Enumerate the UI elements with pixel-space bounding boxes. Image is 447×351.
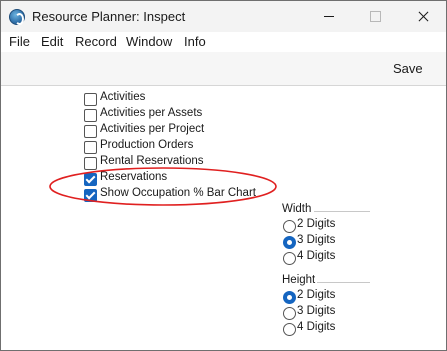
checkbox-label: Reservations <box>100 171 168 183</box>
checkbox-box-checked[interactable] <box>84 189 97 202</box>
minimize-button[interactable] <box>307 1 353 32</box>
radio-label: 4 Digits <box>297 321 336 333</box>
window-title: Resource Planner: Inspect <box>32 9 186 24</box>
menu-bar: File Edit Record Window Info <box>1 32 446 52</box>
radio-button[interactable] <box>283 323 296 336</box>
inspect-form: Activities Activities per Assets Activit… <box>1 86 446 350</box>
close-button[interactable] <box>400 1 446 32</box>
checkbox-box[interactable] <box>84 157 97 170</box>
radio-label: 3 Digits <box>297 234 336 246</box>
menu-record[interactable]: Record <box>75 34 117 49</box>
checkbox-label: Activities <box>100 91 146 103</box>
radio-label: 2 Digits <box>297 289 336 301</box>
resource-planner-window: Resource Planner: Inspect File Edit Reco… <box>0 0 447 351</box>
radio-button-selected[interactable] <box>283 291 296 304</box>
checkbox-label: Rental Reservations <box>100 155 204 167</box>
menu-window[interactable]: Window <box>126 34 172 49</box>
radio-button[interactable] <box>283 307 296 320</box>
checkbox-box[interactable] <box>84 125 97 138</box>
menu-file[interactable]: File <box>9 34 30 49</box>
save-button[interactable]: Save <box>393 61 423 76</box>
checkbox-box[interactable] <box>84 109 97 122</box>
menu-edit[interactable]: Edit <box>41 34 63 49</box>
radio-button[interactable] <box>283 252 296 265</box>
checkbox-box-checked[interactable] <box>84 173 97 186</box>
radio-label: 2 Digits <box>297 218 336 230</box>
toolbar: Save <box>1 52 446 86</box>
checkbox-label: Activities per Project <box>100 123 205 135</box>
width-group-divider <box>314 211 370 212</box>
app-icon <box>9 9 25 25</box>
title-bar[interactable]: Resource Planner: Inspect <box>1 1 446 32</box>
height-group-divider <box>317 282 370 283</box>
radio-button[interactable] <box>283 220 296 233</box>
checkbox-box[interactable] <box>84 93 97 106</box>
width-group-title: Width <box>282 203 312 215</box>
radio-button-selected[interactable] <box>283 236 296 249</box>
checkbox-label: Production Orders <box>100 139 194 151</box>
maximize-button[interactable] <box>353 1 399 32</box>
menu-info[interactable]: Info <box>184 34 206 49</box>
radio-label: 4 Digits <box>297 250 336 262</box>
radio-label: 3 Digits <box>297 305 336 317</box>
height-group-title: Height <box>282 274 316 286</box>
checkbox-box[interactable] <box>84 141 97 154</box>
checkbox-label: Show Occupation % Bar Chart <box>100 187 256 199</box>
checkbox-label: Activities per Assets <box>100 107 203 119</box>
